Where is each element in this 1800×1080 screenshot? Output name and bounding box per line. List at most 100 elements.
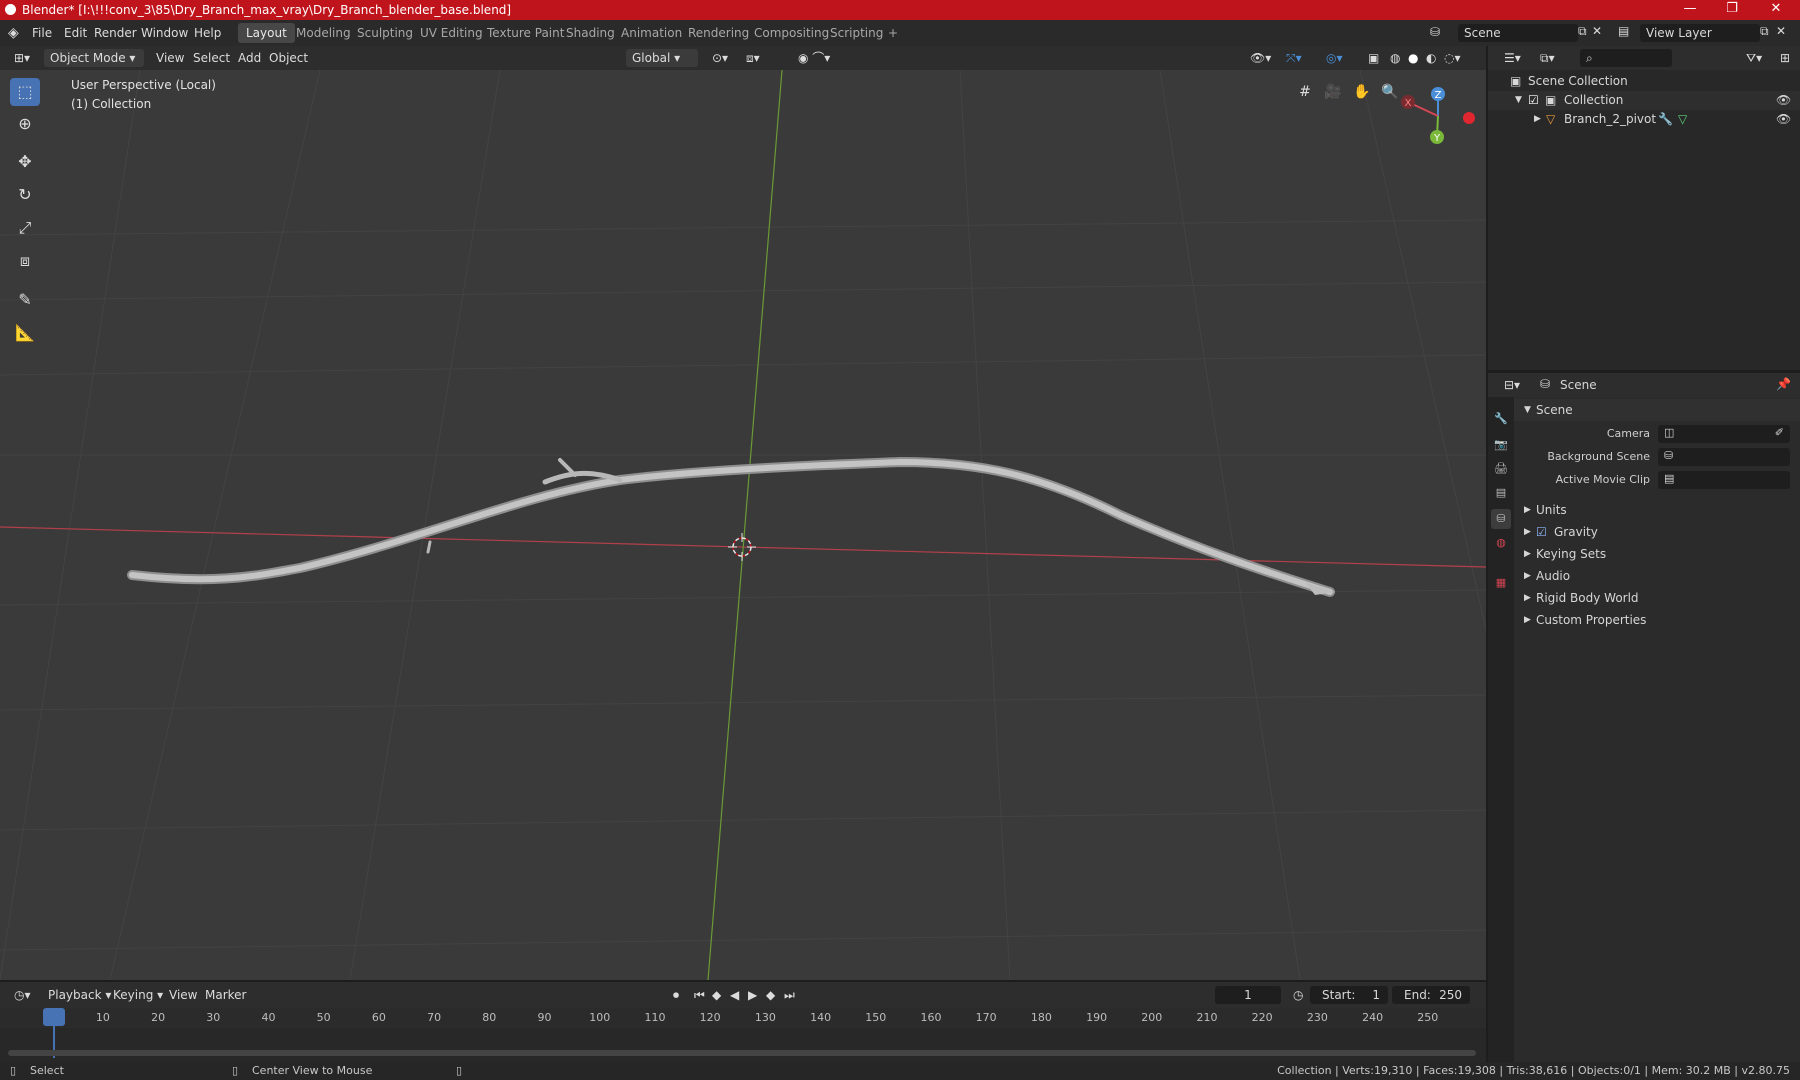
timeline-editor-type-icon[interactable]: ◷▾	[8, 986, 37, 1004]
filter-icon[interactable]: ⛛▾	[1740, 49, 1768, 67]
custom-properties-panel[interactable]: ▶ Custom Properties	[1514, 609, 1800, 631]
menu-edit[interactable]: Edit	[64, 26, 87, 40]
transform-tool-icon[interactable]: ⧈	[10, 247, 40, 275]
branch-mesh[interactable]	[127, 456, 1335, 597]
end-frame-field[interactable]: End: 250	[1392, 986, 1470, 1004]
view-menu[interactable]: View	[150, 49, 190, 67]
render-tab-icon[interactable]: 📷	[1491, 435, 1511, 455]
new-scene-icon[interactable]: ⧉	[1578, 24, 1587, 39]
scale-tool-icon[interactable]: ⤢	[10, 214, 40, 242]
outliner-search-input[interactable]: ⌕	[1580, 49, 1672, 67]
tab-layout[interactable]: Layout	[238, 23, 295, 43]
add-workspace-button[interactable]: +	[880, 23, 906, 43]
properties-editor-type-icon[interactable]: ⊟▾	[1498, 376, 1526, 394]
orientation-dropdown[interactable]: Global ▾	[626, 49, 698, 67]
pivot-icon[interactable]: ⊙▾	[706, 49, 734, 67]
timeline[interactable]: 1102030405060708090100110120130140150160…	[0, 1008, 1486, 1062]
zoom-view-icon[interactable]: 🔍	[1378, 80, 1402, 104]
pan-view-icon[interactable]: ✋	[1350, 80, 1374, 104]
gizmo-neg-x-axis[interactable]	[1463, 112, 1475, 124]
collection-visibility-icon[interactable]: 👁	[1776, 91, 1791, 110]
frame-ruler[interactable]: 1102030405060708090100110120130140150160…	[0, 1008, 1486, 1028]
new-view-layer-icon[interactable]: ⧉	[1760, 24, 1769, 39]
object-menu[interactable]: Object	[263, 49, 314, 67]
measure-tool-icon[interactable]: 📐	[10, 319, 40, 347]
proportional-edit-icon[interactable]: ◉ ⌒▾	[792, 49, 836, 67]
minimize-button[interactable]: —	[1670, 1, 1710, 16]
output-tab-icon[interactable]: 🖨	[1491, 459, 1511, 479]
units-panel[interactable]: ▶ Units	[1514, 499, 1800, 521]
view-layer-icon[interactable]: ▤	[1618, 24, 1629, 38]
snap-icon[interactable]: ⧈▾	[740, 49, 766, 67]
keying-menu[interactable]: Keying ▾	[107, 986, 169, 1004]
view-layer-field[interactable]: View Layer	[1640, 24, 1760, 42]
timeline-view-menu[interactable]: View	[163, 986, 203, 1004]
mesh-data-icon[interactable]: ▽	[1678, 110, 1687, 129]
mode-dropdown[interactable]: Object Mode ▾	[44, 49, 144, 67]
maximize-button[interactable]: ❐	[1712, 1, 1752, 16]
active-movie-clip-field[interactable]: ▤	[1658, 471, 1790, 489]
eyedropper-icon[interactable]: ✐	[1775, 422, 1784, 444]
annotate-tool-icon[interactable]: ✎	[10, 286, 40, 314]
scene-field[interactable]: Scene	[1458, 24, 1578, 42]
rotate-tool-icon[interactable]: ↻	[10, 181, 40, 209]
move-tool-icon[interactable]: ✥	[10, 148, 40, 176]
close-button[interactable]: ✕	[1756, 1, 1796, 16]
clock-icon[interactable]: ◷	[1287, 986, 1309, 1004]
marker-menu[interactable]: Marker	[199, 986, 252, 1004]
current-frame-field[interactable]: 1	[1215, 986, 1281, 1004]
outliner-row-collection[interactable]: ▼ ☑ ▣ Collection 👁	[1488, 91, 1800, 110]
scene-panel-header[interactable]: ▼ Scene	[1514, 399, 1800, 421]
gizmo-toggle-icon[interactable]: ⤧▾	[1280, 49, 1308, 67]
view-layer-tab-icon[interactable]: ▤	[1491, 483, 1511, 503]
menu-help[interactable]: Help	[194, 26, 221, 40]
grid-view-icon[interactable]: #	[1293, 80, 1317, 104]
delete-scene-icon[interactable]: ✕	[1592, 24, 1602, 38]
scene-tab-icon[interactable]: ⛁	[1491, 509, 1511, 529]
3d-viewport[interactable]: Z X Y User Perspective (Local) (1) Colle…	[0, 70, 1486, 980]
rendered-shading-icon[interactable]: ◌▾	[1438, 49, 1467, 67]
menu-file[interactable]: File	[32, 26, 52, 40]
add-menu[interactable]: Add	[232, 49, 267, 67]
tab-sculpting[interactable]: Sculpting	[349, 23, 421, 43]
scene-selector-icon[interactable]: ⛁	[1430, 25, 1440, 39]
select-box-tool-icon[interactable]: ⬚	[10, 78, 40, 106]
collection-checkbox[interactable]: ☑	[1528, 91, 1539, 110]
object-visibility-icon[interactable]: 👁	[1776, 110, 1791, 129]
record-icon[interactable]: ⏺	[667, 986, 685, 1004]
outliner-row-scene-collection[interactable]: ▣ Scene Collection	[1488, 72, 1800, 91]
expand-arrow-icon[interactable]: ▼	[1515, 91, 1522, 110]
modifier-icon[interactable]: 🔧	[1658, 110, 1673, 129]
audio-panel[interactable]: ▶ Audio	[1514, 565, 1800, 587]
playhead-marker[interactable]	[43, 1008, 65, 1026]
timeline-scrollbar[interactable]	[8, 1050, 1476, 1056]
gravity-checkbox[interactable]: ☑	[1536, 521, 1547, 543]
rigid-body-world-panel[interactable]: ▶ Rigid Body World	[1514, 587, 1800, 609]
world-tab-icon[interactable]: ◍	[1491, 533, 1511, 553]
jump-end-icon[interactable]: ⏭	[778, 986, 801, 1004]
delete-view-layer-icon[interactable]: ✕	[1776, 24, 1786, 38]
tab-modeling[interactable]: Modeling	[288, 23, 359, 43]
pin-icon[interactable]: 📌	[1776, 377, 1791, 391]
navigation-gizmo[interactable]: Z X Y	[1401, 87, 1475, 144]
texture-tab-icon[interactable]: ▦	[1491, 573, 1511, 593]
outliner-row-object[interactable]: ▶ ▽ Branch_2_pivot 🔧 ▽ 👁	[1488, 110, 1800, 129]
tool-tab-icon[interactable]: 🔧	[1491, 409, 1511, 429]
menu-window[interactable]: Window	[141, 26, 188, 40]
start-frame-field[interactable]: Start: 1	[1310, 986, 1388, 1004]
keying-sets-panel[interactable]: ▶ Keying Sets	[1514, 543, 1800, 565]
blender-menu-icon[interactable]: ◈	[8, 25, 19, 41]
overlays-icon[interactable]: ◎▾	[1320, 49, 1349, 67]
outliner-editor-type-icon[interactable]: ☰▾	[1498, 49, 1527, 67]
visibility-icon[interactable]: 👁▾	[1244, 49, 1277, 67]
xray-icon[interactable]: ▣	[1362, 49, 1385, 67]
expand-arrow-icon[interactable]: ▶	[1534, 110, 1541, 129]
menu-render[interactable]: Render	[94, 26, 137, 40]
select-menu[interactable]: Select	[187, 49, 236, 67]
camera-view-icon[interactable]: 🎥	[1321, 80, 1345, 104]
gravity-panel[interactable]: ▶ ☑ Gravity	[1514, 521, 1800, 543]
new-collection-icon[interactable]: ⊞	[1774, 49, 1796, 67]
tab-animation[interactable]: Animation	[613, 23, 690, 43]
editor-type-icon[interactable]: ⊞▾	[8, 49, 36, 67]
camera-field[interactable]: ◫ ✐	[1658, 425, 1790, 443]
